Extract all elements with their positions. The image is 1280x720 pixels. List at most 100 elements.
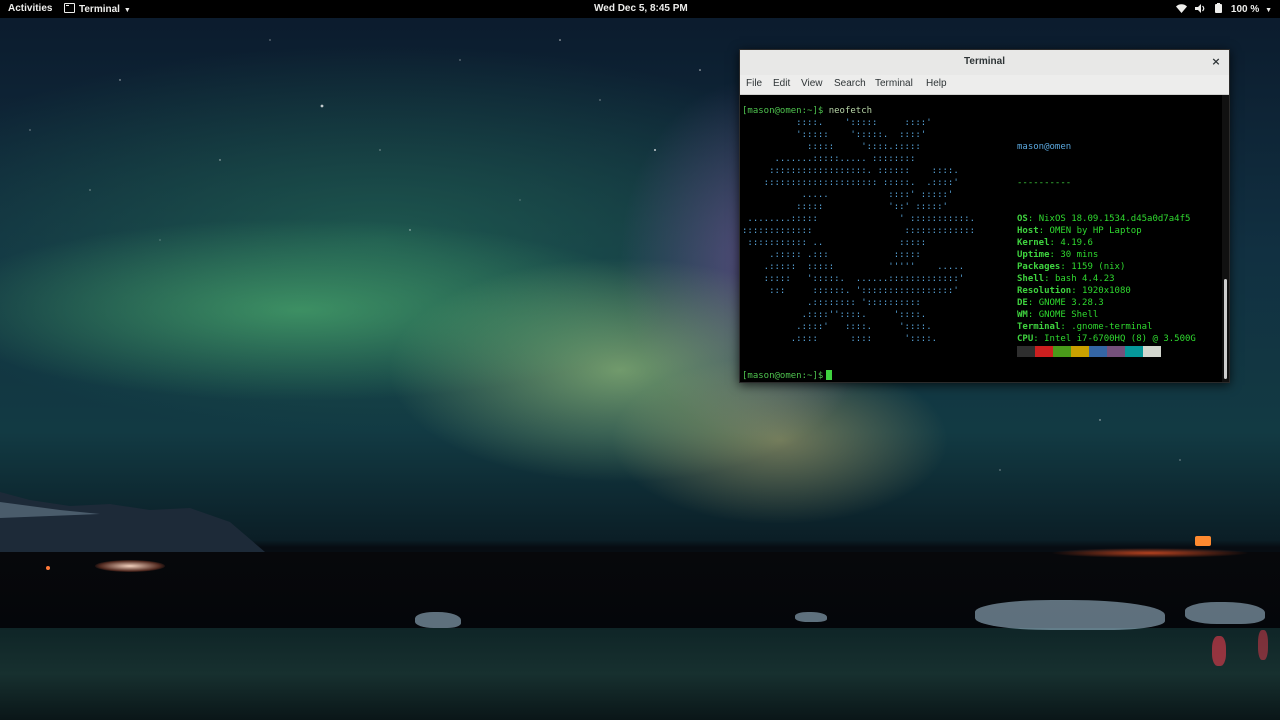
menu-help[interactable]: Help — [926, 78, 947, 89]
ice-floe — [975, 600, 1165, 630]
text-cursor — [826, 370, 833, 380]
separator: ---------- — [1017, 178, 1072, 188]
logo-line: ::::. '::::: ::::' — [742, 118, 932, 128]
color-swatch — [1089, 346, 1107, 357]
info-row: Terminal: .gnome-terminal — [1017, 322, 1153, 332]
logo-line: .::::''::::. '::::. — [742, 310, 927, 320]
info-value: NixOS 18.09.1534.d45a0d7a4f5 — [1038, 214, 1191, 224]
logo-line: .......:::::..... :::::::: — [742, 154, 916, 164]
terminal-output[interactable]: [mason@omen:~]$ neofetch ::::. '::::: ::… — [740, 95, 1222, 382]
logo-line: ::::: ':::::. ......:::::::::::::' — [742, 274, 965, 284]
light-right — [1050, 548, 1250, 558]
info-row: Resolution: 1920x1080 — [1017, 286, 1131, 296]
volume-icon — [1195, 4, 1205, 13]
info-value: GNOME 3.28.3 — [1038, 298, 1104, 308]
info-key: Terminal — [1017, 322, 1061, 332]
info-value: 1159 (nix) — [1071, 262, 1126, 272]
logo-line: .::::: .::: ::::: — [742, 250, 921, 260]
menu-edit[interactable]: Edit — [773, 78, 790, 89]
logo-line: ::: ::::::. ':::::::::::::::::' — [742, 286, 959, 296]
menu-search[interactable]: Search — [834, 78, 866, 89]
info-value: .gnome-terminal — [1071, 322, 1153, 332]
ice-floe — [795, 612, 827, 622]
info-value: GNOME Shell — [1038, 310, 1099, 320]
ice-floe — [415, 612, 461, 628]
logo-line: ::::::::::::: ::::::::::::: — [742, 226, 975, 236]
active-prompt-line[interactable]: [mason@omen:~]$ — [742, 370, 833, 382]
color-swatch — [1125, 346, 1143, 357]
building-lights — [95, 560, 165, 572]
activities-button[interactable]: Activities — [8, 3, 52, 14]
chevron-down-icon: ▼ — [121, 7, 131, 14]
info-row: DE: GNOME 3.28.3 — [1017, 298, 1104, 308]
command-line: [mason@omen:~]$ neofetch — [742, 105, 872, 117]
info-key: Resolution — [1017, 286, 1072, 296]
prompt: [mason@omen:~]$ — [742, 106, 824, 116]
menu-bar: File Edit View Search Terminal Help — [740, 75, 1229, 95]
logo-line: .:::: :::: '::::. — [742, 334, 938, 344]
info-key: WM — [1017, 310, 1028, 320]
info-key: Packages — [1017, 262, 1061, 272]
prompt: [mason@omen:~]$ — [742, 371, 824, 381]
logo-line: ..... ::::' :::::' — [742, 190, 954, 200]
window-titlebar[interactable]: Terminal × — [740, 50, 1229, 76]
info-value: OMEN by HP Laptop — [1049, 226, 1142, 236]
info-row: Uptime: 30 mins — [1017, 250, 1099, 260]
user-host: mason@omen — [1017, 142, 1072, 152]
logo-line: .::::: ::::: ''''' ..... — [742, 262, 965, 272]
info-key: Uptime — [1017, 250, 1050, 260]
logo-line: '::::: ':::::. ::::' — [742, 130, 927, 140]
color-swatch — [1107, 346, 1125, 357]
logo-line: .::::' ::::. '::::. — [742, 322, 932, 332]
battery-icon — [1215, 3, 1223, 13]
info-row: Kernel: 4.19.6 — [1017, 238, 1093, 248]
info-row: WM: GNOME Shell — [1017, 310, 1099, 320]
water — [0, 628, 1280, 720]
reflection — [1212, 636, 1226, 666]
window-title: Terminal — [964, 56, 1005, 67]
scrollbar[interactable] — [1222, 95, 1229, 382]
logo-line: ........::::: ' :::::::::::. — [742, 214, 975, 224]
info-value: bash 4.4.23 — [1054, 274, 1115, 284]
close-button[interactable]: × — [1209, 55, 1223, 69]
info-key: Shell — [1017, 274, 1045, 284]
info-row: OS: NixOS 18.09.1534.d45a0d7a4f5 — [1017, 214, 1191, 224]
color-swatch — [1071, 346, 1089, 357]
command: neofetch — [828, 106, 873, 116]
info-value: 1920x1080 — [1082, 286, 1131, 296]
logo-line: ::::::::::: .. ::::: — [742, 238, 927, 248]
info-value: 30 mins — [1060, 250, 1099, 260]
reflection — [1258, 630, 1268, 660]
info-rows: OS: NixOS 18.09.1534.d45a0d7a4f5 Host: OM… — [1017, 213, 1196, 357]
info-key: OS — [1017, 214, 1028, 224]
info-key: Host — [1017, 226, 1039, 236]
info-row: Shell: bash 4.4.23 — [1017, 274, 1115, 284]
logo-line: ::::: '::::.::::: — [742, 142, 921, 152]
logo-line: .:::::::: ':::::::::: — [742, 298, 921, 308]
color-palette — [1017, 342, 1161, 357]
menu-file[interactable]: File — [746, 78, 762, 89]
menu-view[interactable]: View — [801, 78, 823, 89]
system-status-menu[interactable]: 100 % ▼ — [1175, 3, 1272, 15]
menu-terminal[interactable]: Terminal — [875, 78, 913, 89]
info-row: Host: OMEN by HP Laptop — [1017, 226, 1142, 236]
chevron-down-icon: ▼ — [1265, 7, 1272, 14]
terminal-icon — [64, 3, 75, 13]
color-swatch — [1017, 346, 1035, 357]
terminal-window[interactable]: Terminal × File Edit View Search Termina… — [739, 49, 1230, 383]
info-row: Packages: 1159 (nix) — [1017, 262, 1126, 272]
logo-line: ::::::::::::::::::::: :::::. .::::' — [742, 178, 959, 188]
color-swatch — [1053, 346, 1071, 357]
app-menu-button[interactable]: Terminal ▼ — [64, 3, 131, 15]
app-menu-label: Terminal — [79, 4, 120, 15]
battery-percentage: 100 % — [1230, 4, 1260, 15]
scrollbar-thumb[interactable] — [1224, 279, 1227, 379]
info-key: Kernel — [1017, 238, 1050, 248]
light-left — [46, 566, 50, 570]
info-key: DE — [1017, 298, 1028, 308]
clock[interactable]: Wed Dec 5, 8:45 PM — [594, 3, 688, 14]
color-swatch — [1143, 346, 1161, 357]
network-wireless-icon — [1175, 4, 1187, 13]
top-bar: Activities Terminal ▼ Wed Dec 5, 8:45 PM… — [0, 0, 1280, 18]
ice-floe — [1185, 602, 1265, 624]
